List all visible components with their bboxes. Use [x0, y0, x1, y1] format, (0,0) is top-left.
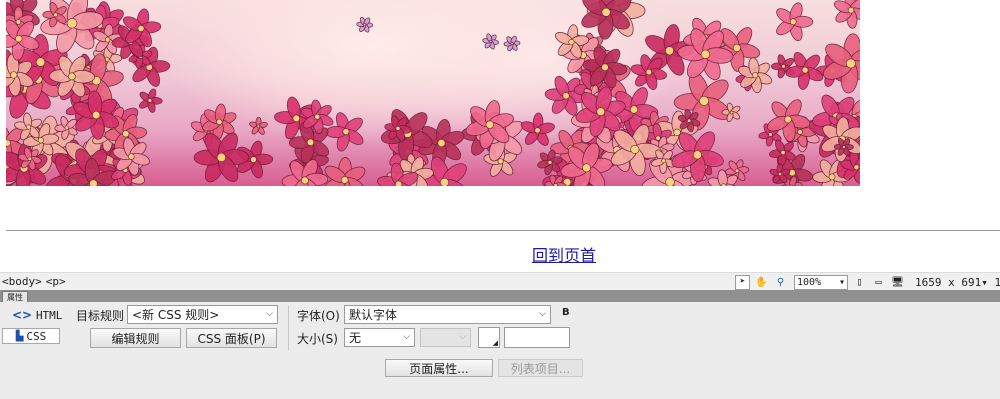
tag-body[interactable]: <body> [2, 275, 42, 288]
page-properties-button[interactable]: 页面属性... [385, 359, 493, 377]
css-mode-label: CSS [26, 329, 47, 343]
target-rule-label: 目标规则 [76, 309, 125, 323]
font-label: 字体(O) [297, 309, 340, 323]
css-panel-button[interactable]: CSS 面板(P) [186, 328, 277, 348]
divider [288, 306, 289, 350]
tablet-size-icon[interactable]: ▭ [871, 275, 886, 290]
properties-panel: <> HTML ▙ CSS 目标规则 <新 CSS 规则> ⌵ 编辑规则 CSS… [0, 302, 1000, 399]
status-bar: <body> <p> ➤ ✋ ⚲ 100% ▾ ▯ ▭ 🖥 1659 x 691▾… [0, 272, 1000, 292]
html-mode-button[interactable]: <> HTML [12, 308, 62, 322]
window-size[interactable]: 1659 x 691▾ 1 K [915, 276, 1000, 289]
chevron-down-icon: ⌵ [403, 332, 410, 342]
list-item-button[interactable]: 列表项目... [498, 359, 583, 377]
html-mode-label: HTML [35, 309, 63, 322]
color-input[interactable] [504, 327, 570, 348]
tag-p[interactable]: <p> [46, 275, 66, 288]
css-icon: ▙ [15, 330, 24, 342]
chevron-down-icon: ⌵ [539, 309, 546, 319]
color-swatch-icon: ◢ [492, 339, 498, 347]
status-tools: ➤ ✋ ⚲ 100% ▾ ▯ ▭ 🖥 1659 x 691▾ 1 K [735, 274, 1000, 290]
tag-selector: <body> <p> [2, 275, 70, 288]
horizontal-rule [6, 230, 1000, 231]
flower-artwork [6, 0, 860, 186]
color-picker[interactable]: ◢ [478, 327, 500, 348]
zoom-select[interactable]: 100% ▾ [794, 274, 848, 290]
size-value: 无 [349, 331, 362, 345]
font-value: 默认字体 [349, 308, 398, 322]
back-to-top-link[interactable]: 回到页首 [0, 242, 1000, 266]
css-mode-button[interactable]: ▙ CSS [2, 328, 60, 344]
mobile-size-icon[interactable]: ▯ [852, 275, 867, 290]
edit-rule-button[interactable]: 编辑规则 [90, 328, 181, 348]
chevron-down-icon: ⌵ [266, 309, 273, 319]
chevron-down-icon: ⌵ [459, 332, 466, 342]
zoom-value: 100% [797, 276, 822, 288]
code-icon: <> [12, 308, 33, 322]
file-size: 1 K [994, 275, 1000, 289]
zoom-tool-icon[interactable]: ⚲ [773, 275, 788, 290]
desktop-size-icon[interactable]: 🖥 [890, 275, 905, 290]
hand-tool-icon[interactable]: ✋ [754, 275, 769, 290]
properties-panel-tabbar: 属性 [0, 290, 1000, 303]
font-select[interactable]: 默认字体 ⌵ [344, 305, 551, 324]
pointer-tool-icon[interactable]: ➤ [735, 274, 750, 290]
bold-button[interactable]: B [562, 307, 570, 318]
target-rule-select[interactable]: <新 CSS 规则> ⌵ [127, 305, 278, 324]
target-rule-value: <新 CSS 规则> [132, 308, 220, 322]
size-unit-select[interactable]: ⌵ [420, 328, 471, 347]
banner-image [6, 0, 860, 186]
chevron-down-icon: ▾ [838, 276, 845, 288]
flower-shapes [6, 0, 860, 186]
window-size-value: 1659 x 691 [915, 275, 982, 289]
size-label: 大小(S) [297, 332, 338, 346]
size-select[interactable]: 无 ⌵ [344, 328, 415, 347]
